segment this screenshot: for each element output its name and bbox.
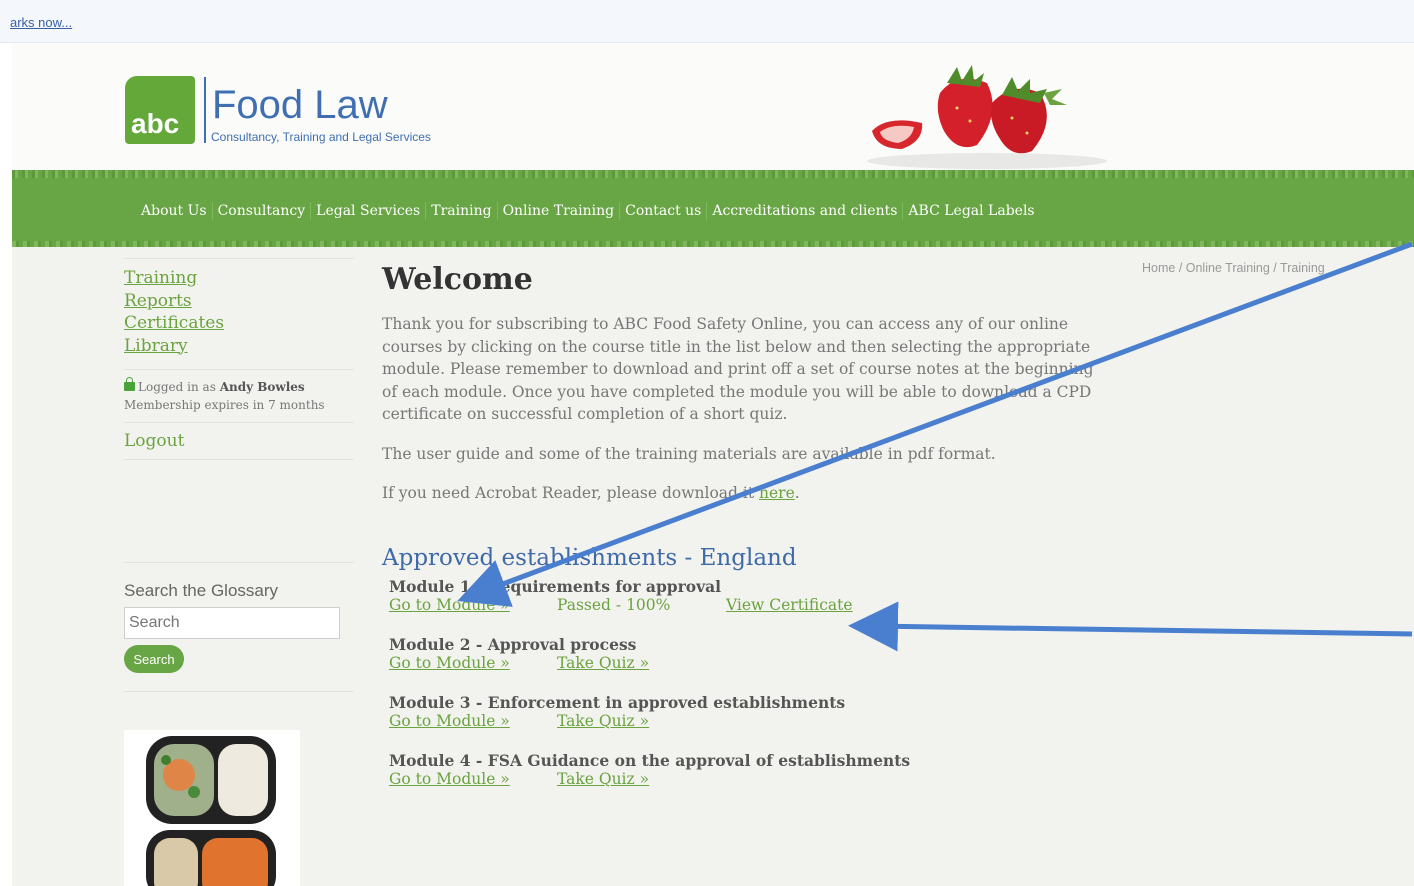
bookmarks-bar: arks now... xyxy=(0,0,1414,43)
sidebar-link-library[interactable]: Library xyxy=(124,335,354,358)
logo-abc-text: abc xyxy=(131,108,180,139)
acrobat-note: If you need Acrobat Reader, please downl… xyxy=(382,484,800,502)
module-title: Module 3 - Enforcement in approved estab… xyxy=(389,692,846,712)
logged-in-label: Logged in as xyxy=(138,380,216,394)
divider xyxy=(124,459,354,460)
sidebar-link-reports[interactable]: Reports xyxy=(124,290,354,313)
logo-title[interactable]: Food Law xyxy=(212,83,388,128)
divider xyxy=(124,422,354,423)
nav-item-accreditations[interactable]: Accreditations and clients xyxy=(707,202,904,220)
logo-subtitle: Consultancy, Training and Legal Services xyxy=(211,130,431,144)
site-header: abc Food Law Consultancy, Training and L… xyxy=(12,43,1414,175)
module-status: Passed - 100% xyxy=(557,595,671,614)
nav-item-training[interactable]: Training xyxy=(426,202,498,220)
module-item: Module 2 - Approval process Go to Module… xyxy=(389,635,1112,672)
nav-item-legal-services[interactable]: Legal Services xyxy=(311,202,427,220)
go-to-module-link[interactable]: Go to Module » xyxy=(389,770,557,788)
logo-divider xyxy=(204,77,206,143)
nav-item-online-training[interactable]: Online Training xyxy=(498,202,621,220)
intro-text: Thank you for subscribing to ABC Food Sa… xyxy=(382,315,1094,423)
divider xyxy=(124,562,354,563)
nav-item-contact-us[interactable]: Contact us xyxy=(620,202,708,220)
membership-expiry: Membership expires in 7 months xyxy=(124,398,325,412)
module-item: Module 4 - FSA Guidance on the approval … xyxy=(389,751,1112,788)
glossary-title: Search the Glossary xyxy=(124,581,279,600)
nav-item-abc-legal-labels[interactable]: ABC Legal Labels xyxy=(903,202,1039,220)
module-title: Module 4 - FSA Guidance on the approval … xyxy=(389,750,911,770)
acrobat-download-link[interactable]: here xyxy=(759,484,795,502)
take-quiz-link[interactable]: Take Quiz » xyxy=(557,654,649,672)
main-nav: About Us Consultancy Legal Services Trai… xyxy=(12,170,1414,247)
glossary-search-input[interactable] xyxy=(124,607,340,639)
module-item: Module 3 - Enforcement in approved estab… xyxy=(389,693,1112,730)
nav-item-consultancy[interactable]: Consultancy xyxy=(213,202,312,220)
divider xyxy=(124,691,354,692)
module-title: Module 1 - Requirements for approval xyxy=(389,576,722,596)
module-list: Module 1 - Requirements for approval Go … xyxy=(389,577,1112,788)
main-content: Welcome Thank you for subscribing to ABC… xyxy=(382,258,1112,788)
page: abc Food Law Consultancy, Training and L… xyxy=(12,43,1414,886)
go-to-module-link[interactable]: Go to Module » xyxy=(389,712,557,730)
breadcrumb[interactable]: Home / Online Training / Training xyxy=(1142,261,1325,275)
course-title[interactable]: Approved establishments - England xyxy=(382,545,1112,571)
take-quiz-link[interactable]: Take Quiz » xyxy=(557,712,649,730)
sidebar-link-certificates[interactable]: Certificates xyxy=(124,312,354,335)
login-status: Logged in as Andy Bowles Membership expi… xyxy=(124,377,354,414)
grass-edge-top xyxy=(12,170,1414,178)
go-to-module-link[interactable]: Go to Module » xyxy=(389,654,557,672)
module-title: Module 2 - Approval process xyxy=(389,634,637,654)
lock-icon xyxy=(124,377,135,391)
go-to-module-link[interactable]: Go to Module » xyxy=(389,596,557,614)
acrobat-text: If you need Acrobat Reader, please downl… xyxy=(382,484,755,502)
nav-item-about-us[interactable]: About Us xyxy=(136,202,213,220)
divider xyxy=(124,369,354,370)
sidebar: Training Reports Certificates Library Lo… xyxy=(124,258,354,692)
take-quiz-link[interactable]: Take Quiz » xyxy=(557,770,649,788)
bookmarks-link[interactable]: arks now... xyxy=(10,15,72,30)
grass-edge-bottom xyxy=(12,241,1414,247)
divider xyxy=(124,258,354,259)
view-certificate-link[interactable]: View Certificate xyxy=(726,596,853,614)
user-name: Andy Bowles xyxy=(219,380,305,394)
strawberries-image xyxy=(867,65,1107,169)
logout-link[interactable]: Logout xyxy=(124,431,184,451)
pdf-note: The user guide and some of the training … xyxy=(382,444,996,463)
glossary-search-button[interactable]: Search xyxy=(124,645,184,673)
ready-meal-image xyxy=(124,730,300,886)
module-item: Module 1 - Requirements for approval Go … xyxy=(389,577,1112,614)
logo-abc-mark[interactable]: abc xyxy=(125,76,195,144)
page-title: Welcome xyxy=(382,262,533,297)
sidebar-link-training[interactable]: Training xyxy=(124,267,354,290)
